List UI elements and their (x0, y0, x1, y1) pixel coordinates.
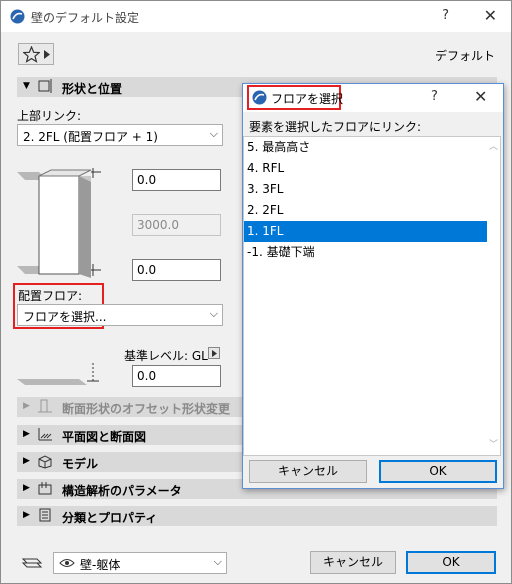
scroll-down-icon[interactable]: ﹀ (489, 437, 498, 450)
chevron-right-icon: ▶ (23, 429, 30, 439)
profile-offset-icon (38, 399, 52, 413)
title-bar: 壁のデフォルト設定 ? ✕ (1, 1, 511, 32)
wall-height-input: 3000.0 (132, 214, 221, 236)
section-classification-label: 分類とプロパティ (62, 511, 158, 525)
section-offset-label: 断面形状のオフセット形状変更 (62, 402, 231, 416)
top-offset-input[interactable]: 0.0 (132, 169, 221, 191)
archicad-app-icon (10, 9, 25, 24)
help-button[interactable]: ? (442, 8, 449, 23)
popup-title: フロアを選択 (271, 92, 344, 106)
section-structural-label: 構造解析のパラメータ (62, 484, 182, 498)
top-link-select[interactable]: 2. 2FL (配置フロア + 1) ⌵ (17, 124, 223, 146)
floor-item-2[interactable]: 2. 2FL (244, 200, 488, 221)
top-link-value: 2. 2FL (配置フロア + 1) (23, 130, 158, 144)
floor-item-minus-1[interactable]: -1. 基礎下端 (244, 242, 488, 263)
model-cube-icon (38, 455, 52, 469)
reference-level-input[interactable]: 0.0 (132, 365, 221, 387)
chevron-right-icon: ▶ (23, 456, 30, 466)
popup-instruction: 要素を選択したフロアにリンク: (249, 120, 422, 134)
scroll-up-icon[interactable]: ︿ (489, 139, 498, 152)
top-link-label: 上部リンク: (17, 109, 82, 123)
section-classification[interactable]: ▶ 分類とプロパティ (17, 506, 497, 526)
wall-height-value: 3000.0 (137, 218, 179, 232)
chevron-down-icon: ▼ (23, 81, 30, 91)
document-icon (39, 508, 51, 522)
floor-list-scrollbar[interactable]: ︿ ﹀ (487, 137, 500, 455)
section-model-label: モデル (62, 457, 99, 471)
star-icon (23, 46, 40, 63)
select-floor-dialog: フロアを選択 ? ✕ 要素を選択したフロアにリンク: 5. 最高高さ 4. RF… (242, 83, 504, 489)
reference-level-label: 基準レベル: GL (124, 349, 208, 363)
cancel-button[interactable]: キャンセル (310, 551, 396, 574)
reference-level-value: 0.0 (137, 369, 157, 383)
window-title: 壁のデフォルト設定 (31, 11, 140, 25)
wall-shape-icon (38, 79, 52, 93)
wall-preview-diagram (17, 168, 101, 278)
favorites-button[interactable] (18, 43, 54, 65)
close-button[interactable]: ✕ (484, 6, 497, 25)
floor-item-4[interactable]: 4. RFL (244, 158, 488, 179)
floor-item-1-selected[interactable]: 1. 1FL (244, 221, 488, 242)
default-label: デフォルト (434, 49, 495, 63)
eye-icon (59, 559, 75, 567)
ok-button[interactable]: OK (406, 551, 496, 574)
layer-value: 壁-躯体 (80, 558, 121, 572)
bottom-offset-value: 0.0 (137, 263, 157, 277)
reference-level-button[interactable] (208, 347, 220, 359)
floor-item-3[interactable]: 3. 3FL (244, 179, 488, 200)
structural-analysis-icon (38, 482, 52, 495)
reference-level-diagram (17, 363, 99, 385)
chevron-right-icon: ▶ (23, 401, 30, 411)
popup-ok-button[interactable]: OK (379, 460, 497, 483)
section-shape-label: 形状と位置 (62, 82, 123, 96)
top-offset-value: 0.0 (137, 173, 157, 187)
chevron-down-icon: ⌵ (209, 127, 218, 140)
chevron-right-icon: ▶ (23, 510, 30, 520)
archicad-app-icon (252, 90, 267, 105)
bottom-offset-input[interactable]: 0.0 (132, 259, 221, 281)
plan-section-icon (38, 428, 52, 441)
floor-item-5[interactable]: 5. 最高高さ (244, 137, 488, 158)
chevron-right-icon: ▶ (23, 483, 30, 493)
triangle-right-icon (44, 50, 50, 59)
triangle-right-icon (212, 350, 217, 357)
chevron-down-icon: ⌵ (213, 555, 222, 568)
popup-close-button[interactable]: ✕ (474, 87, 487, 106)
chevron-down-icon: ⌵ (209, 307, 218, 320)
layer-stack-icon (21, 558, 43, 568)
popup-help-button[interactable]: ? (431, 89, 438, 104)
layer-select[interactable]: 壁-躯体 ⌵ (53, 552, 227, 574)
home-floor-select[interactable]: フロアを選択... ⌵ (17, 304, 223, 326)
popup-title-bar: フロアを選択 ? ✕ (243, 84, 503, 112)
popup-cancel-button[interactable]: キャンセル (249, 460, 367, 483)
floor-list[interactable]: 5. 最高高さ 4. RFL 3. 3FL 2. 2FL 1. 1FL -1. … (243, 136, 501, 456)
section-plan-label: 平面図と断面図 (62, 430, 147, 444)
home-floor-value: フロアを選択... (23, 310, 107, 324)
home-floor-label: 配置フロア: (18, 289, 83, 303)
